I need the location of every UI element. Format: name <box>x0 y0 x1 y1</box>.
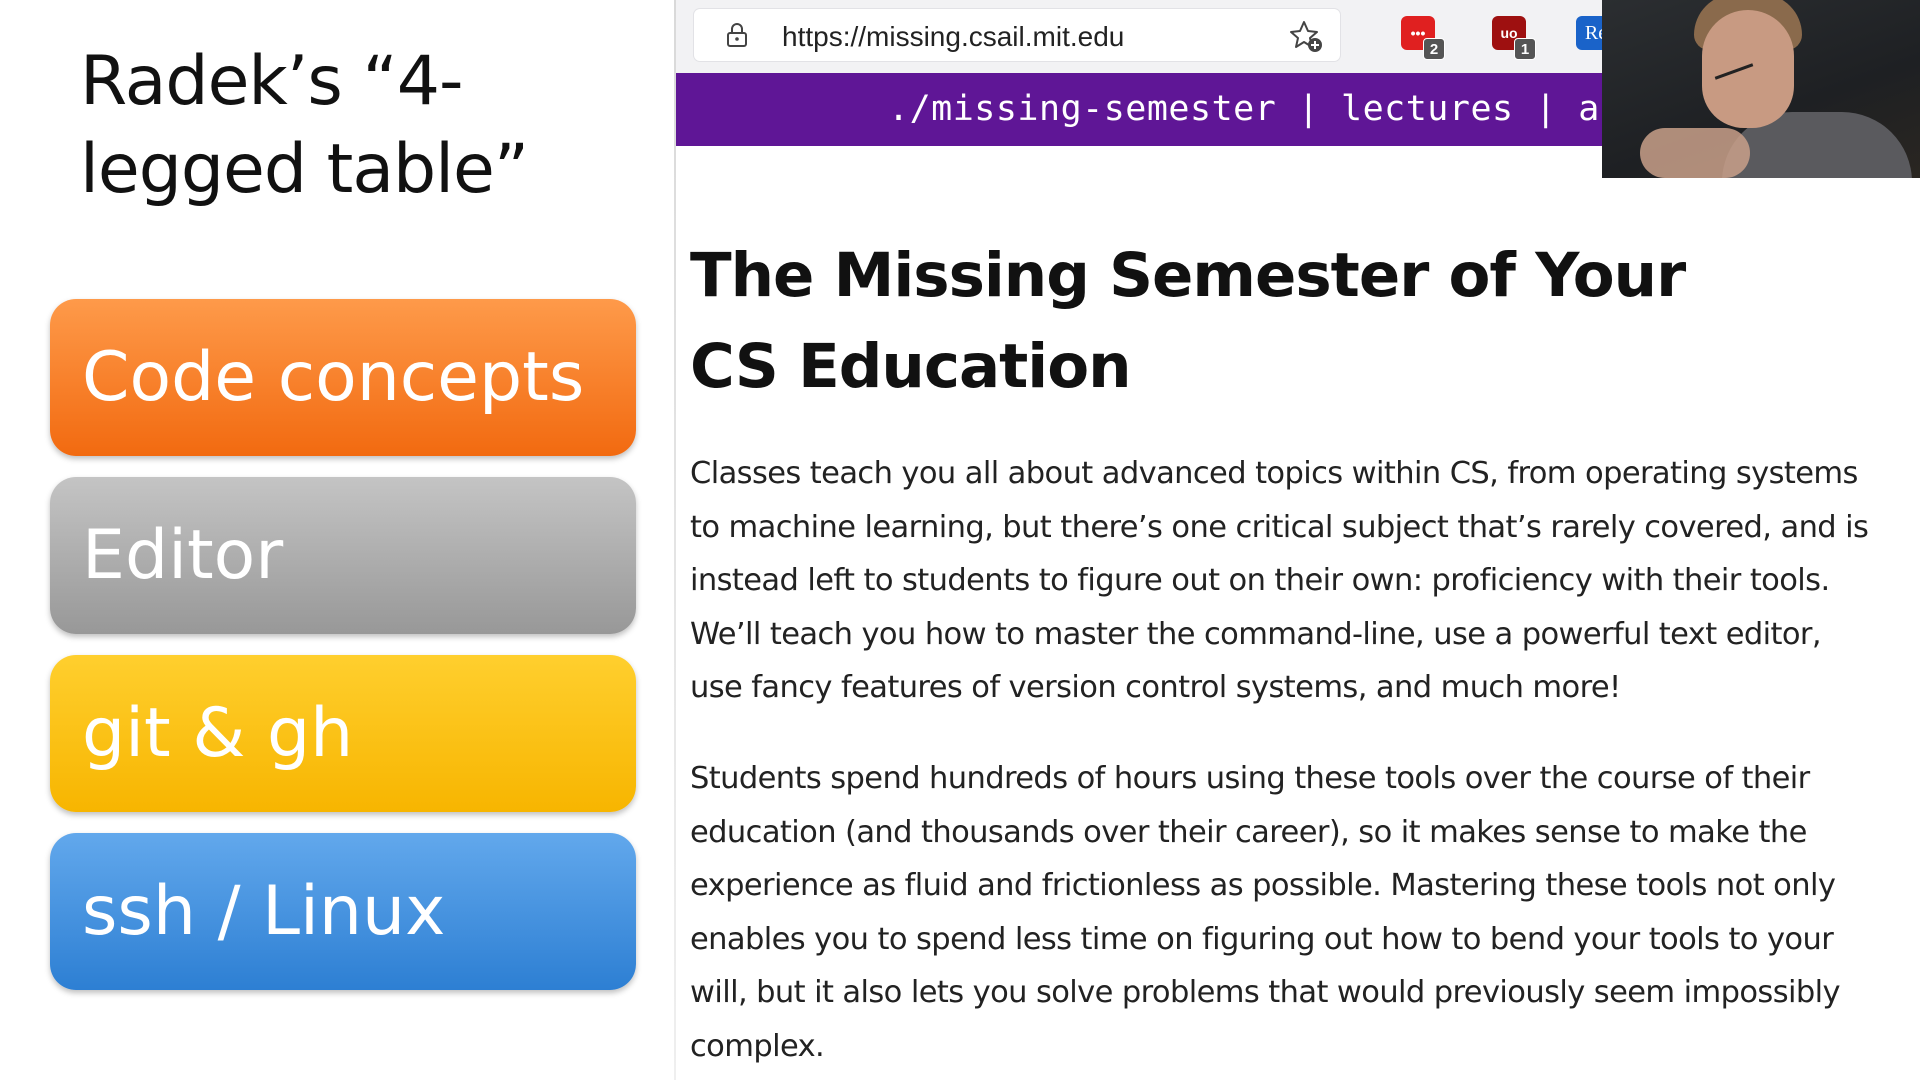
lock-icon[interactable] <box>724 22 750 48</box>
url-text[interactable]: https://missing.csail.mit.edu <box>782 21 1124 53</box>
paragraph-line: experience as fluid and frictionless as … <box>690 868 1836 904</box>
presenter-face <box>1702 10 1794 128</box>
paragraph-line: enables you to spend less time on figuri… <box>690 921 1834 957</box>
slide-title: Radek’s “4- legged table” <box>80 38 640 214</box>
paragraph-line: use fancy features of version control sy… <box>690 670 1621 706</box>
paragraph-line: Students spend hundreds of hours using t… <box>690 761 1810 796</box>
slide-title-line-2: legged table” <box>80 130 529 209</box>
presenter-hands <box>1640 128 1750 178</box>
extension-badge: 1 <box>1514 38 1536 60</box>
paragraph-line: will, but it also lets you solve problem… <box>690 975 1841 1011</box>
paragraph-line: education (and thousands over their care… <box>690 814 1807 850</box>
add-favorite-icon[interactable] <box>1288 18 1324 54</box>
intro-paragraph: Classes teach you all about advanced top… <box>690 447 1910 715</box>
paragraph-line: Classes teach you all about advanced top… <box>690 456 1858 491</box>
table-leg-ssh-linux: ssh / Linux <box>50 833 636 990</box>
ublock-extension-icon[interactable]: uo 1 <box>1492 16 1536 60</box>
paragraph-line: instead left to students to figure out o… <box>690 563 1830 599</box>
address-bar[interactable]: https://missing.csail.mit.edu <box>694 9 1340 61</box>
extension-badge: 2 <box>1423 38 1445 60</box>
table-leg-git-gh: git & gh <box>50 655 636 812</box>
slide-panel: Radek’s “4- legged table” Code concepts … <box>0 0 674 1080</box>
site-nav-links[interactable]: ./missing-semester | lectures | a <box>888 89 1600 129</box>
dots-extension-icon[interactable]: ••• 2 <box>1401 16 1445 60</box>
table-leg-editor: Editor <box>50 477 636 634</box>
table-leg-code-concepts: Code concepts <box>50 299 636 456</box>
paragraph-line: to machine learning, but there’s one cri… <box>690 509 1869 545</box>
page-heading: The Missing Semester of Your CS Educatio… <box>690 240 1686 402</box>
slide-title-line-1: Radek’s “4- <box>80 42 464 121</box>
paragraph-line: We’ll teach you how to master the comman… <box>690 616 1822 652</box>
second-paragraph: Students spend hundreds of hours using t… <box>690 752 1910 1074</box>
paragraph-line: complex. <box>690 1028 825 1064</box>
webcam-video <box>1602 0 1920 178</box>
